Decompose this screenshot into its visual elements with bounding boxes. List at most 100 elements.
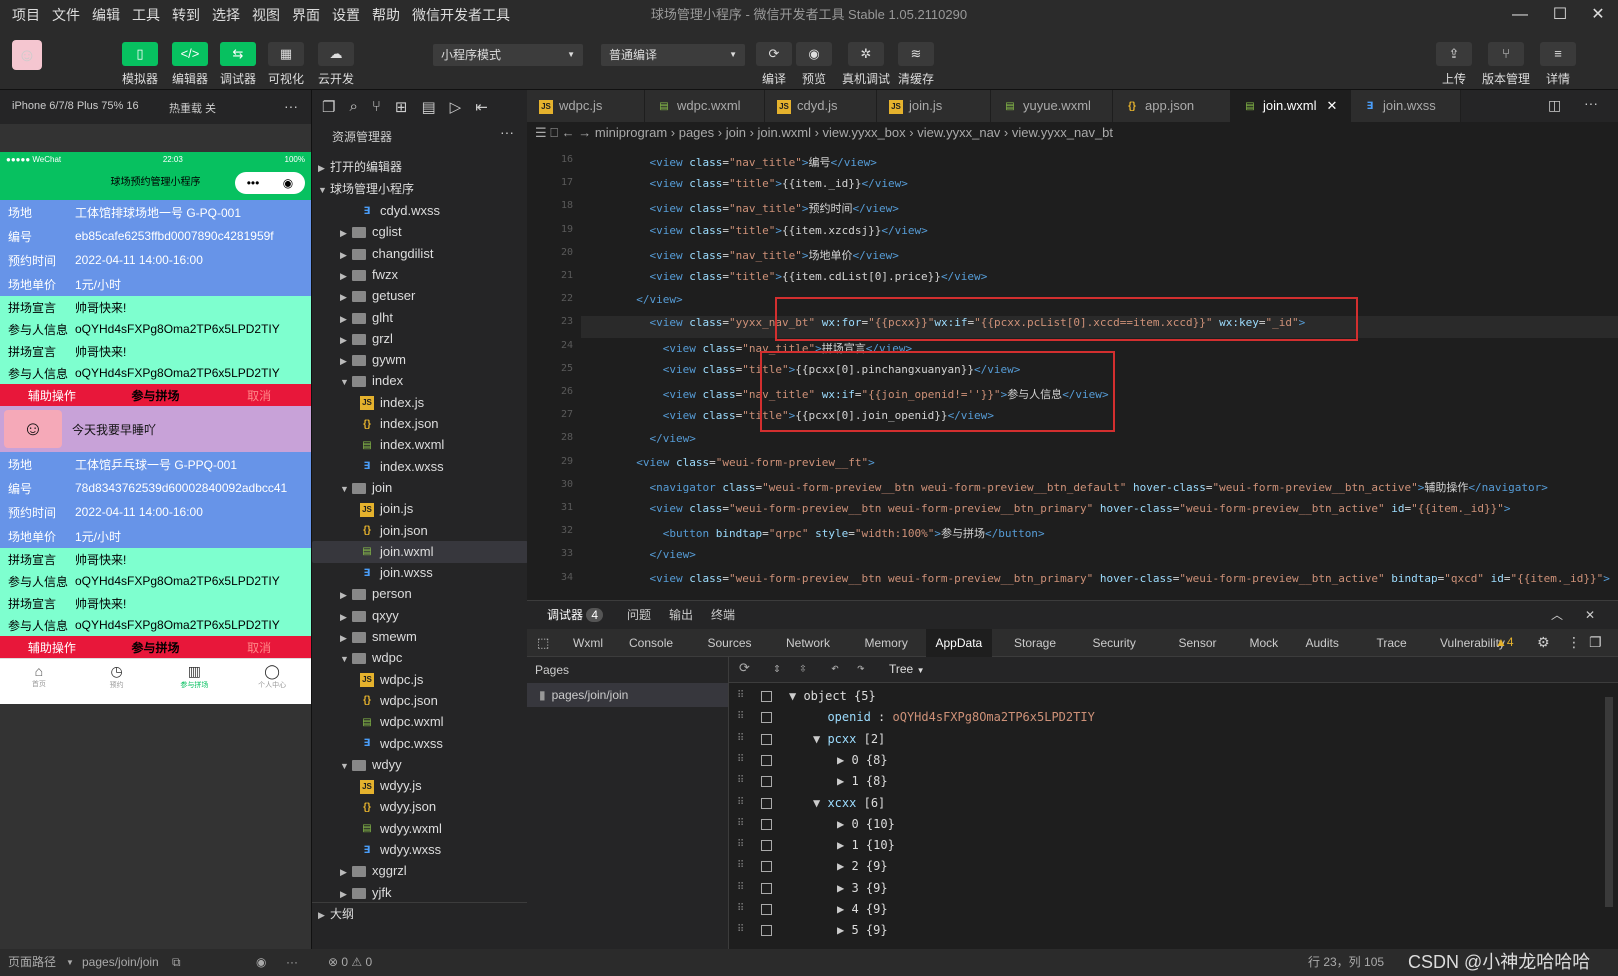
tree-item[interactable]: ▶ smewm [312, 626, 528, 648]
tree-row[interactable]: ⠿ ▼ object {5} [729, 685, 1618, 707]
open-editors-section[interactable]: ▶ 打开的编辑器 [312, 156, 528, 178]
debugger-toggle-icon[interactable]: ⇆ [220, 42, 256, 66]
tree-item[interactable]: ∃ join.wxss [312, 562, 528, 584]
expand-icon[interactable]: ⇕ [773, 661, 781, 676]
panel-tab-network[interactable]: Network [776, 629, 840, 657]
more-dots-icon[interactable]: ••• [247, 166, 260, 200]
tab-issues[interactable]: 问题 [627, 601, 651, 629]
expand-arrow-icon[interactable]: ▶ [837, 753, 851, 767]
tree-item[interactable]: ▶ person [312, 583, 528, 605]
project-section[interactable]: ▼ 球场管理小程序 [312, 178, 528, 200]
tree-item[interactable]: ▶ cglist [312, 221, 528, 243]
extensions-icon[interactable]: ⊞ [395, 98, 408, 116]
tree-row[interactable]: ⠿ ▶ 4 {9} [729, 898, 1618, 920]
panel-tab-wxml[interactable]: Wxml [563, 629, 613, 657]
tab-debugger[interactable]: 调试器 4 [547, 601, 604, 629]
detail-icon[interactable]: ≡ [1540, 42, 1576, 66]
tree-item[interactable]: JS index.js [312, 392, 528, 414]
assist-button[interactable]: 辅助操作 [0, 387, 104, 404]
tree-item[interactable]: ▶ gywm [312, 349, 528, 371]
expand-arrow-icon[interactable]: ▶ [837, 859, 851, 873]
kebab-icon[interactable]: ⋮ [1567, 634, 1581, 651]
checkbox[interactable] [761, 691, 772, 702]
git-icon[interactable]: ⑂ [372, 98, 381, 115]
tree-item[interactable]: ▤ join.wxml [312, 540, 528, 563]
tree-row[interactable]: ⠿ ▶ 0 {8} [729, 749, 1618, 771]
inspect-icon[interactable]: ⬚ [537, 635, 549, 651]
tree-item[interactable]: ▶ changdilist [312, 243, 528, 265]
menu-item[interactable]: 帮助 [372, 5, 400, 25]
expand-arrow-icon[interactable]: ▶ [837, 902, 851, 916]
tree-row[interactable]: ⠿ ▶ 1 {8} [729, 770, 1618, 792]
close-icon[interactable]: ✕ [1326, 98, 1337, 113]
more-icon[interactable]: ··· [500, 124, 514, 140]
mode-select[interactable]: 小程序模式 ▼ [433, 44, 583, 66]
page-path-label[interactable]: 页面路径 [8, 949, 56, 976]
panel-tab-appdata[interactable]: AppData [925, 629, 993, 657]
device-select[interactable]: iPhone 6/7/8 Plus 75% 16 [12, 100, 139, 112]
tree-item[interactable]: ▶ fwzx [312, 264, 528, 286]
split-editor-icon[interactable]: ◫ [1548, 97, 1561, 114]
breadcrumb-item[interactable]: join [726, 125, 746, 140]
maximize-button[interactable]: ☐ [1540, 0, 1580, 30]
tree-item[interactable]: ▶ glht [312, 307, 528, 329]
checkbox[interactable] [761, 754, 772, 766]
editor-tab[interactable]: {} app.json [1113, 90, 1231, 122]
editor-tab[interactable]: ∃ join.wxss [1351, 90, 1461, 122]
tree-row[interactable]: ⠿ ▼ xcxx [6] [729, 792, 1618, 814]
tree-item[interactable]: ▼ wdpc [312, 647, 528, 669]
eye-icon[interactable]: ◉ [256, 949, 266, 976]
menu-item[interactable]: 视图 [252, 5, 280, 25]
tree-row[interactable]: ⠿ ▼ pcxx [2] [729, 728, 1618, 750]
compile-icon[interactable]: ⟳ [756, 42, 792, 66]
assist-button[interactable]: 辅助操作 [0, 639, 104, 656]
tree-item[interactable]: ∃ wdpc.wxss [312, 733, 528, 755]
expand-arrow-icon[interactable]: ▶ [837, 881, 851, 895]
avatar[interactable]: ☺ [12, 40, 42, 70]
cloud-icon[interactable]: ☁ [318, 42, 354, 66]
tree-item[interactable]: JS join.js [312, 498, 528, 520]
expand-arrow-icon[interactable]: ▼ [813, 796, 827, 810]
chevron-up-icon[interactable]: ︿ [1551, 601, 1563, 629]
capsule-menu[interactable]: ••• ◉ [235, 172, 305, 194]
drag-handle-icon[interactable]: ⠿ [737, 855, 744, 877]
editor-toggle-icon[interactable]: </> [172, 42, 208, 66]
redo-icon[interactable]: ↷ [857, 661, 865, 676]
editor-tab[interactable]: ▤ wdpc.wxml [645, 90, 765, 122]
breadcrumb-item[interactable]: view.yyxx_box [823, 125, 906, 140]
checkbox[interactable] [761, 861, 772, 873]
files-icon[interactable]: ❐ [322, 98, 335, 116]
tree-item[interactable]: ▤ wdyy.wxml [312, 818, 528, 840]
dock-icon[interactable]: ❐ [1589, 634, 1602, 651]
more-icon[interactable]: ··· [1584, 95, 1598, 111]
tree-mode-select[interactable]: Tree ▼ [889, 662, 925, 676]
breadcrumb-item[interactable]: join.wxml [758, 125, 811, 140]
scrollbar[interactable] [1605, 697, 1613, 907]
tab-home[interactable]: ⌂ 首页 [0, 659, 78, 696]
tree-row[interactable]: ⠿ ▶ 2 {9} [729, 855, 1618, 877]
more-icon[interactable]: ··· [284, 98, 298, 114]
clear-cache-icon[interactable]: ≋ [898, 42, 934, 66]
layout-icon[interactable]: ▤ [421, 98, 435, 116]
tree-row[interactable]: ⠿ ▶ 1 {10} [729, 834, 1618, 856]
drag-handle-icon[interactable]: ⠿ [737, 770, 744, 792]
checkbox[interactable] [761, 776, 772, 788]
collapse-icon[interactable]: ⇳ [799, 661, 807, 676]
expand-arrow-icon[interactable]: ▼ [789, 689, 803, 703]
tree-item[interactable]: ▶ getuser [312, 285, 528, 307]
list-icon[interactable]: ☰ ⎕ ← → [535, 125, 595, 140]
expand-arrow-icon[interactable]: ▶ [837, 817, 851, 831]
close-window-button[interactable]: ✕ [1578, 0, 1618, 30]
checkbox[interactable] [761, 712, 772, 724]
menu-item[interactable]: 设置 [332, 5, 360, 25]
close-circle-icon[interactable]: ◉ [283, 166, 293, 200]
join-button[interactable]: 参与拼场 [104, 639, 208, 656]
checkbox[interactable] [761, 733, 772, 745]
problems-count[interactable]: ⊗ 0 ⚠ 0 [328, 949, 372, 976]
tree-item[interactable]: ▤ index.wxml [312, 434, 528, 456]
drag-handle-icon[interactable]: ⠿ [737, 792, 744, 814]
debug-icon[interactable]: ▷ [450, 98, 462, 116]
tree-item[interactable]: ▼ index [312, 370, 528, 392]
editor-tab[interactable]: ▤ yuyue.wxml [991, 90, 1113, 122]
page-item[interactable]: ▮ pages/join/join [527, 683, 728, 707]
